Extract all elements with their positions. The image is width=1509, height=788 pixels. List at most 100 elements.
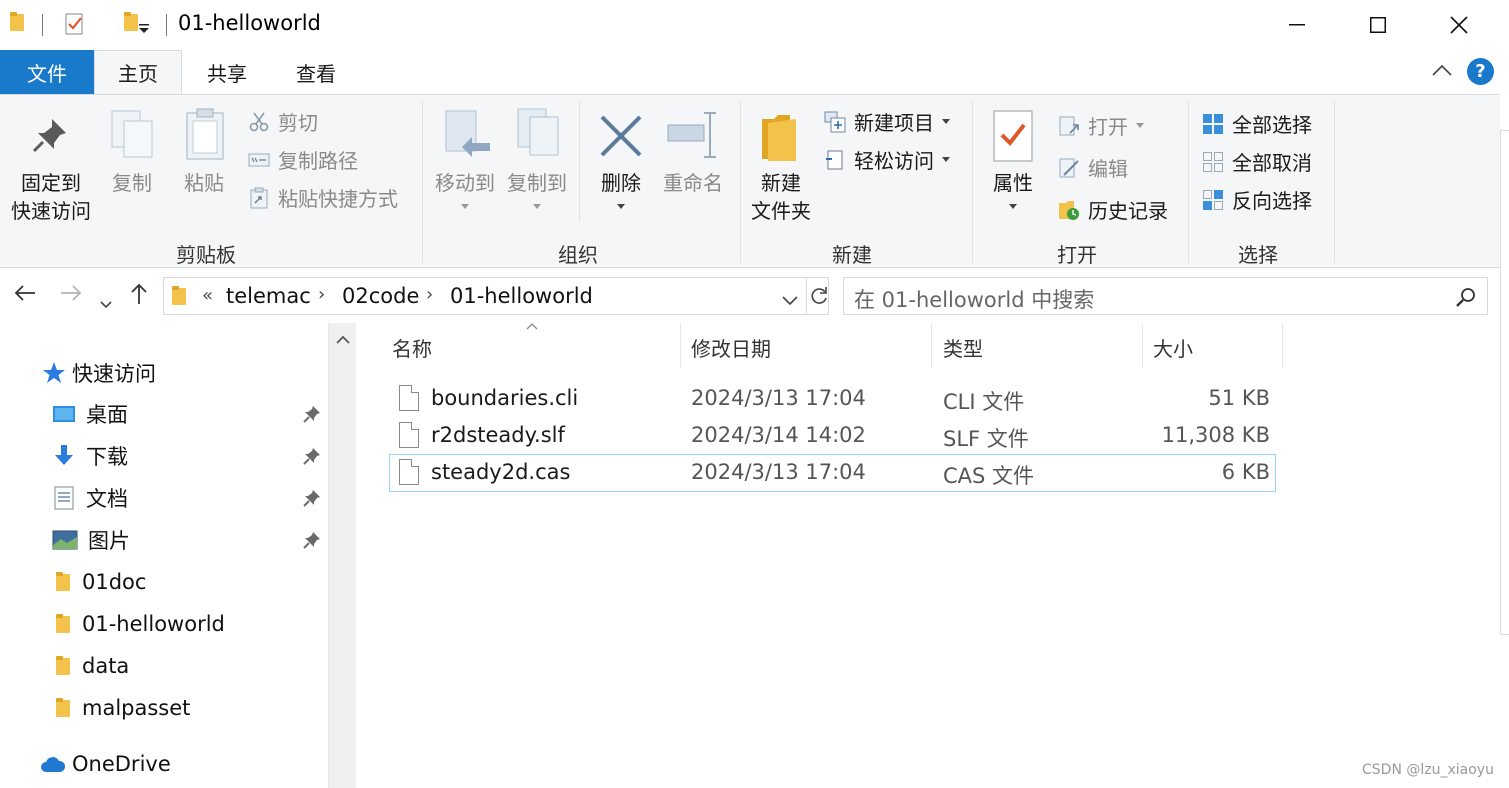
file-row-selected[interactable]: steady2d.cas 2024/3/13 17:04 CAS 文件 6 KB [389,454,1276,492]
pin-icon[interactable] [303,447,321,465]
easy-access-caret [942,157,950,162]
pin-icon[interactable] [303,531,321,549]
file-row[interactable]: r2dsteady.slf 2024/3/14 14:02 SLF 文件 11,… [389,417,1276,455]
nav-quick-access-label: 快速访问 [72,362,156,386]
group-divider [1188,101,1189,263]
help-button[interactable]: ? [1467,58,1494,85]
nav-item-data[interactable]: data [56,648,129,684]
pin-icon[interactable] [303,489,321,507]
pin-to-quick-access-button[interactable]: 固定到 快速访问 [8,169,94,225]
select-all-icon [1203,113,1223,134]
refresh-button[interactable] [809,286,829,310]
nav-onedrive[interactable]: OneDrive [40,746,171,782]
history-label: 历史记录 [1088,199,1168,223]
customize-qat-button[interactable] [138,24,150,34]
history-button[interactable]: 历史记录 [1058,195,1168,224]
properties-button[interactable]: 属性 [986,169,1040,209]
nav-scrollbar[interactable] [328,323,356,788]
breadcrumb-overflow[interactable]: « [202,285,213,306]
tab-view[interactable]: 查看 [272,50,360,94]
maximize-button[interactable] [1355,0,1401,50]
tab-share[interactable]: 共享 [182,50,272,94]
move-to-button[interactable]: 移动到 [430,169,500,209]
column-divider[interactable] [680,324,681,368]
invert-selection-icon [1203,189,1223,210]
nav-item-label: 01-helloworld [82,612,225,636]
cut-button[interactable]: 剪切 [248,107,318,136]
minimize-icon [1289,24,1305,26]
address-bar[interactable]: « telemac › 02code › 01-helloworld [163,277,829,315]
nav-item-downloads[interactable]: 下载 [52,438,128,474]
nav-item-01doc[interactable]: 01doc [56,564,146,600]
nav-item-desktop[interactable]: 桌面 [52,396,128,432]
divider [806,277,807,315]
file-icon [399,459,419,485]
column-header-name[interactable]: 名称 [392,333,432,362]
select-group-label: 选择 [1238,243,1278,267]
pictures-icon [52,530,78,550]
collapse-ribbon-button[interactable] [1431,62,1453,81]
nav-item-01-helloworld[interactable]: 01-helloworld [56,606,225,642]
properties-caret [986,197,1040,209]
rename-button[interactable]: 重命名 [660,169,726,197]
up-button[interactable] [130,283,148,311]
history-icon [1059,200,1079,220]
pin-icon[interactable] [303,405,321,423]
minimize-button[interactable] [1274,0,1320,50]
breadcrumb-02code[interactable]: 02code [342,284,419,308]
tab-home[interactable]: 主页 [94,50,182,94]
paste-button[interactable]: 粘贴 [178,169,230,197]
pin-label-line2: 快速访问 [11,199,91,223]
column-divider[interactable] [1282,324,1283,368]
search-icon[interactable] [1456,287,1476,311]
forward-button[interactable] [60,283,82,308]
invert-selection-button[interactable]: 反向选择 [1202,185,1312,214]
file-type: CLI 文件 [943,390,1025,414]
breadcrumb-01-helloworld[interactable]: 01-helloworld [450,284,593,308]
properties-qat-button[interactable] [64,12,86,36]
group-divider [422,101,423,263]
back-button[interactable] [14,283,36,308]
select-none-button[interactable]: 全部取消 [1202,147,1312,176]
easy-access-label: 轻松访问 [854,149,934,173]
column-header-modified[interactable]: 修改日期 [691,333,771,362]
nav-item-label: 文档 [86,487,128,511]
column-header-size[interactable]: 大小 [1153,333,1193,362]
copy-button[interactable]: 复制 [106,169,158,197]
file-modified: 2024/3/14 14:02 [691,423,866,447]
tab-file[interactable]: 文件 [0,50,94,94]
edit-button[interactable]: 编辑 [1058,153,1128,182]
chevron-down-icon [139,24,149,33]
paste-shortcut-button[interactable]: 粘贴快捷方式 [248,183,398,212]
nav-item-documents[interactable]: 文档 [52,480,128,516]
copy-to-button[interactable]: 复制到 [502,169,572,209]
delete-button[interactable]: 删除 [594,169,648,209]
scissors-icon [249,112,269,131]
group-divider [740,101,741,263]
breadcrumb-telemac[interactable]: telemac [226,284,311,308]
properties-label: 属性 [993,171,1033,195]
select-all-button[interactable]: 全部选择 [1202,109,1312,138]
chevron-up-icon[interactable] [336,335,350,345]
nav-item-pictures[interactable]: 图片 [52,522,130,558]
column-header-type[interactable]: 类型 [943,333,983,362]
new-item-button[interactable]: 新建项目 [824,107,950,136]
new-folder-button[interactable]: 新建 文件夹 [748,169,814,225]
search-box[interactable]: 在 01-helloworld 中搜索 [843,277,1488,315]
copy-path-button[interactable]: 复制路径 [248,145,358,174]
search-input[interactable]: 在 01-helloworld 中搜索 [854,284,1094,314]
nav-item-malpasset[interactable]: malpasset [56,690,190,726]
column-divider[interactable] [931,324,932,368]
open-button[interactable]: 打开 [1058,111,1144,140]
column-divider[interactable] [1142,324,1143,368]
paste-shortcut-icon [250,187,268,208]
nav-item-label: 图片 [88,529,130,553]
file-row[interactable]: boundaries.cli 2024/3/13 17:04 CLI 文件 51… [389,380,1276,418]
recent-locations-button[interactable] [100,290,112,315]
open-icon [1059,116,1079,135]
address-dropdown-button[interactable] [782,291,798,310]
nav-quick-access[interactable]: 快速访问 [42,355,156,391]
easy-access-button[interactable]: 轻松访问 [824,145,950,174]
close-button[interactable] [1436,0,1482,50]
open-label: 打开 [1088,115,1128,139]
